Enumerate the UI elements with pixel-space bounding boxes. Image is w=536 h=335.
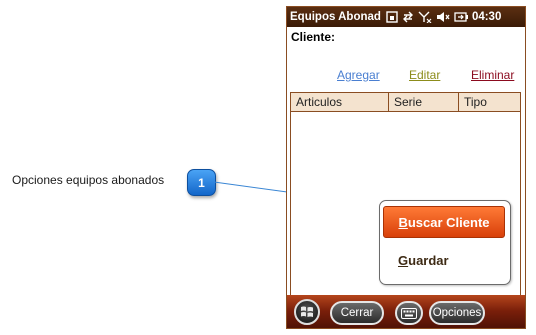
callout-badge-number: 1	[198, 175, 205, 190]
status-icons	[386, 11, 468, 23]
column-header-serie[interactable]: Serie	[389, 93, 459, 111]
column-header-tipo[interactable]: Tipo	[459, 93, 520, 111]
buscar-cliente-menu-item[interactable]: Buscar Cliente	[383, 206, 505, 238]
buscar-cliente-accesskey: B	[398, 214, 408, 230]
column-header-articulos[interactable]: Articulos	[291, 93, 389, 111]
callout-label: Opciones equipos abonados	[12, 173, 165, 187]
guardar-label: uardar	[408, 253, 449, 268]
options-menu: Buscar Cliente Guardar	[379, 200, 511, 285]
buscar-cliente-label: uscar Cliente	[407, 214, 490, 230]
opciones-button[interactable]: Opciones	[429, 301, 485, 325]
status-bar: Equipos Abonad 04:30	[287, 7, 525, 27]
device-screen: Equipos Abonad 04:30 Cliente: Agregar Ed…	[286, 6, 526, 329]
windows-start-button[interactable]	[294, 299, 320, 325]
agregar-link[interactable]: Agregar	[337, 68, 380, 82]
status-time: 04:30	[471, 11, 502, 23]
keyboard-button[interactable]	[395, 301, 423, 325]
editar-link[interactable]: Editar	[409, 68, 440, 82]
app-title: Equipos Abonad	[290, 11, 381, 23]
cerrar-button[interactable]: Cerrar	[330, 301, 384, 325]
keyboard-icon	[401, 307, 417, 319]
volume-mute-icon[interactable]	[436, 11, 450, 23]
guardar-accesskey: G	[398, 253, 409, 268]
signal-off-icon[interactable]	[418, 11, 432, 23]
eliminar-link[interactable]: Eliminar	[471, 68, 514, 82]
cliente-label: Cliente:	[291, 30, 336, 44]
table-header: Articulos Serie Tipo	[291, 93, 520, 112]
callout-badge: 1	[187, 169, 216, 196]
battery-icon[interactable]	[454, 11, 468, 23]
windows-logo-icon	[301, 306, 313, 317]
guardar-menu-item[interactable]: Guardar	[398, 253, 449, 268]
connectivity-icon[interactable]	[402, 11, 414, 23]
softkey-bar: Cerrar Opciones	[287, 295, 525, 328]
screen-icon[interactable]	[386, 11, 398, 23]
